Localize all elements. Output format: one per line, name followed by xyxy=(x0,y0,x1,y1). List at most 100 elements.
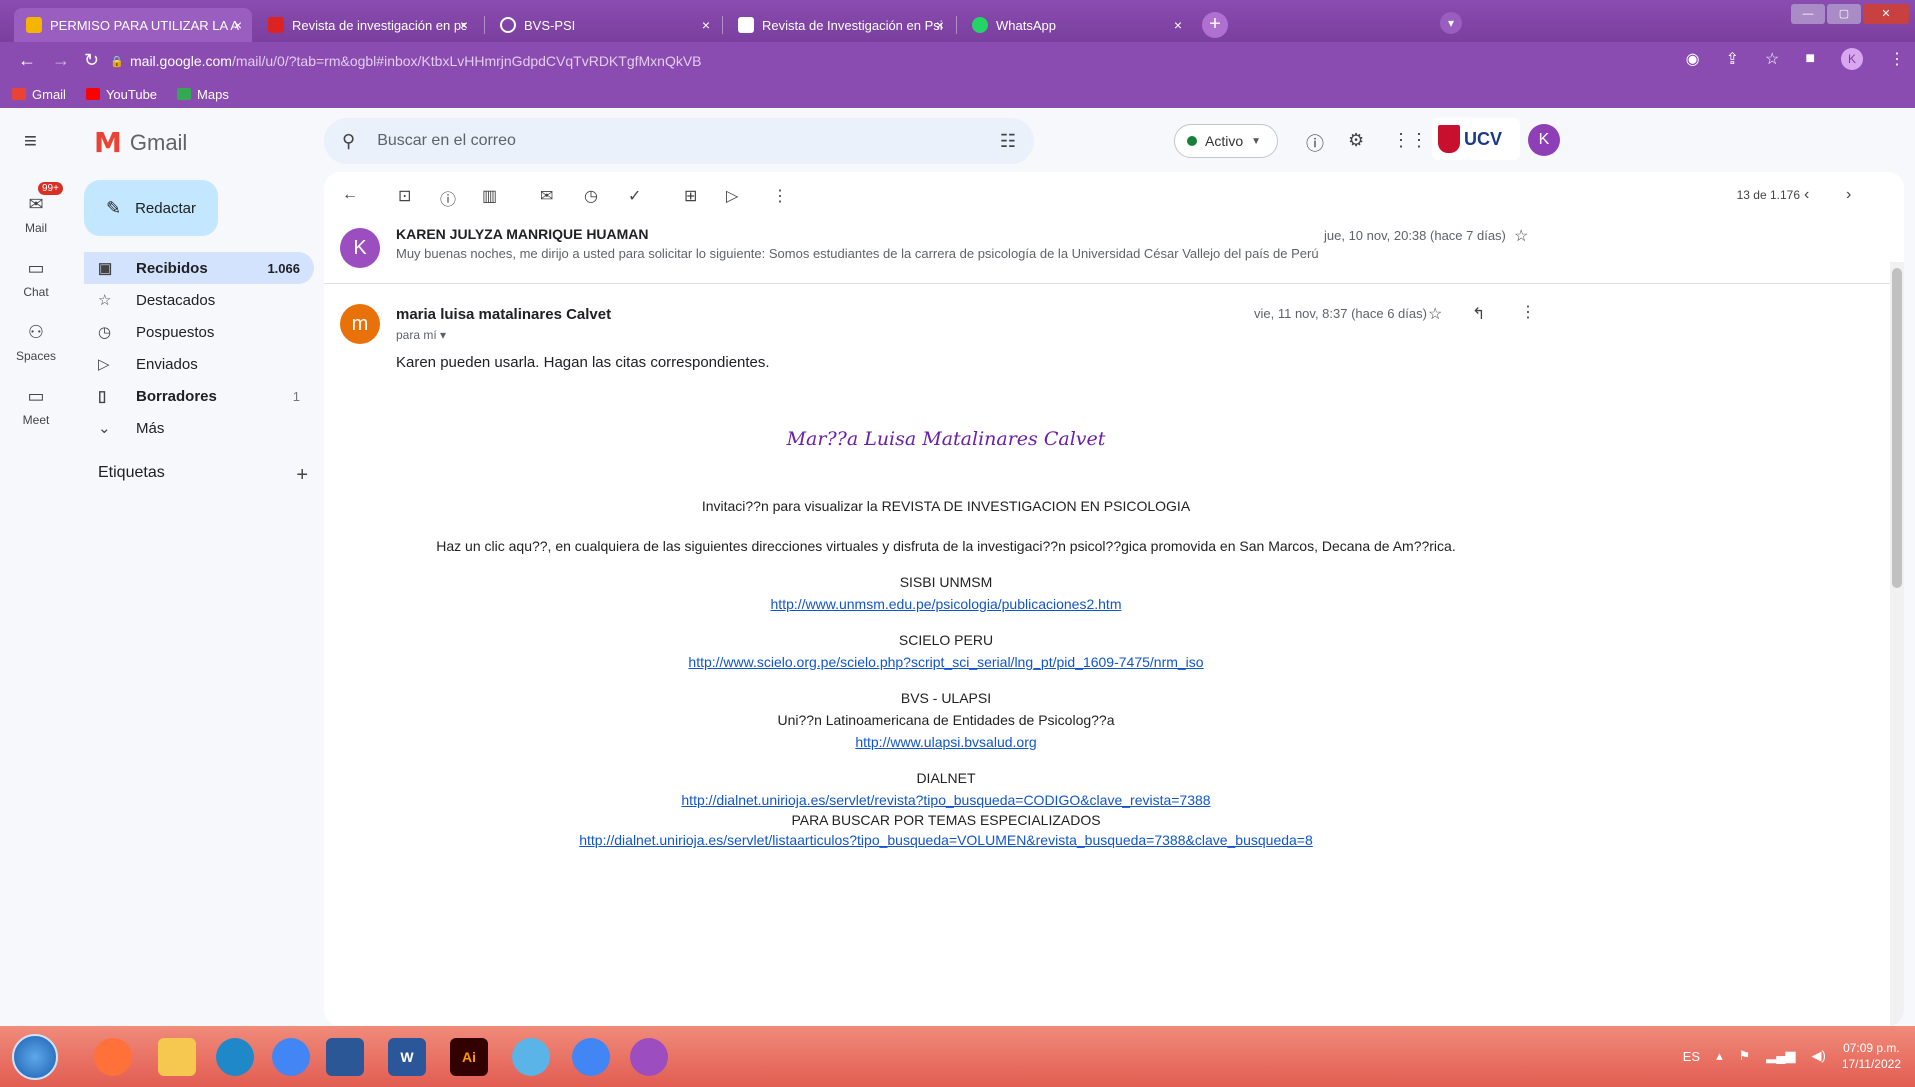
settings-gear-icon[interactable]: ⚙ xyxy=(1348,130,1364,151)
close-icon[interactable]: × xyxy=(234,17,242,33)
draft-icon: ▯ xyxy=(98,388,107,405)
apps-grid-icon[interactable]: ⋮⋮ xyxy=(1392,130,1428,151)
dialnet-link-2[interactable]: http://dialnet.unirioja.es/servlet/lista… xyxy=(324,832,1568,848)
calculator-icon[interactable] xyxy=(512,1038,550,1076)
firefox-icon[interactable] xyxy=(94,1038,132,1076)
chrome-icon[interactable] xyxy=(572,1038,610,1076)
reload-icon[interactable]: ↻ xyxy=(84,50,99,71)
sisbi-title: SISBI UNMSM xyxy=(899,574,993,590)
sidebar-item-borradores[interactable]: ▯ Borradores 1 xyxy=(84,380,314,412)
sidebar-item-destacados[interactable]: ☆ Destacados xyxy=(84,284,314,316)
reply-icon[interactable]: ↰ xyxy=(1472,304,1485,324)
status-dot-icon xyxy=(1187,136,1197,146)
status-selector[interactable]: Activo ▼ xyxy=(1174,124,1278,158)
close-icon[interactable]: × xyxy=(460,17,468,33)
chrome-profile-icon[interactable] xyxy=(630,1038,668,1076)
sidebar-item-enviados[interactable]: ▷ Enviados xyxy=(84,348,314,380)
start-button[interactable] xyxy=(12,1034,58,1080)
search-options-icon[interactable]: ☷ xyxy=(1000,131,1016,152)
more-options-icon[interactable]: ⋮ xyxy=(1520,302,1536,322)
add-label-button[interactable]: + xyxy=(296,464,308,487)
flag-icon[interactable]: ⚑ xyxy=(1739,1048,1751,1064)
share-icon[interactable]: ⇪ xyxy=(1726,49,1739,69)
minimize-button[interactable]: — xyxy=(1791,4,1825,24)
illustrator-icon[interactable]: Ai xyxy=(450,1038,488,1076)
account-avatar[interactable]: K xyxy=(1528,124,1560,156)
close-icon[interactable]: × xyxy=(1174,17,1182,33)
forward-arrow-icon[interactable]: → xyxy=(52,50,70,71)
rail-chat[interactable]: ▭ Chat xyxy=(0,258,72,299)
dialnet-link[interactable]: http://dialnet.unirioja.es/servlet/revis… xyxy=(324,792,1568,808)
bookmark-youtube[interactable]: YouTube xyxy=(85,87,157,102)
rail-spaces[interactable]: ⚇ Spaces xyxy=(0,322,72,363)
file-explorer-icon[interactable] xyxy=(158,1038,196,1076)
tab-search-icon[interactable]: ▾ xyxy=(1440,12,1462,34)
more-options-icon[interactable]: ⋮ xyxy=(772,186,788,206)
sidebar-item-mas[interactable]: ⌄ Más xyxy=(84,412,314,444)
bookmark-star-icon[interactable]: ☆ xyxy=(1765,49,1779,69)
close-window-button[interactable]: ✕ xyxy=(1863,4,1909,24)
recipient-dropdown[interactable]: para mí ▾ xyxy=(396,328,446,342)
help-icon[interactable]: ⓘ xyxy=(1306,130,1324,156)
next-icon[interactable]: › xyxy=(1846,186,1851,204)
collapsed-message[interactable]: K KAREN JULYZA MANRIQUE HUAMAN Muy buena… xyxy=(324,220,1904,284)
volume-icon[interactable]: ◀) xyxy=(1812,1048,1826,1064)
media-player-icon[interactable] xyxy=(326,1038,364,1076)
previous-icon[interactable]: ‹ xyxy=(1804,186,1809,204)
address-bar[interactable]: 🔒 mail.google.com /mail/u/0/?tab=rm&ogbl… xyxy=(110,47,1910,75)
close-icon[interactable]: × xyxy=(936,17,944,33)
sidepanel-icon[interactable]: ■ xyxy=(1805,50,1815,68)
star-icon[interactable]: ☆ xyxy=(1514,226,1528,246)
report-spam-icon[interactable]: ⓘ xyxy=(440,186,456,210)
chevron-down-icon: ⌄ xyxy=(98,420,111,437)
sisbi-link[interactable]: http://www.unmsm.edu.pe/psicologia/publi… xyxy=(324,596,1568,612)
search-input[interactable]: Buscar en el correo xyxy=(377,132,1000,150)
mark-unread-icon[interactable]: ✉ xyxy=(540,186,553,206)
archive-icon[interactable]: ⊡ xyxy=(398,186,411,206)
pagination-count: 13 de 1.176 xyxy=(1736,188,1800,202)
menu-dots-icon[interactable]: ⋮ xyxy=(1889,49,1905,69)
snooze-icon[interactable]: ◷ xyxy=(584,186,598,206)
label-icon[interactable]: ▷ xyxy=(726,186,738,206)
bookmark-maps[interactable]: Maps xyxy=(177,87,229,102)
edge-icon[interactable] xyxy=(216,1038,254,1076)
scrollbar-thumb[interactable] xyxy=(1892,268,1902,588)
message-toolbar: ← ⊡ ⓘ ▥ ✉ ◷ ✓ ⊞ ▷ ⋮ 13 de 1.176 ‹ › xyxy=(324,172,1904,220)
maximize-button[interactable]: ▢ xyxy=(1827,4,1861,24)
new-tab-button[interactable]: + xyxy=(1202,12,1228,38)
tab-revista-2[interactable]: Revista de Investigación en Psico × xyxy=(726,8,954,42)
add-task-icon[interactable]: ✓ xyxy=(628,186,641,206)
browser-profile-avatar[interactable]: K xyxy=(1841,48,1863,70)
rail-mail[interactable]: ✉ 99+ Mail xyxy=(0,182,72,235)
compose-button[interactable]: ✎ Redactar xyxy=(84,180,218,236)
network-signal-icon[interactable]: ▂▄▆ xyxy=(1766,1048,1795,1064)
move-to-icon[interactable]: ⊞ xyxy=(684,186,697,206)
organization-logo[interactable]: UCV xyxy=(1432,118,1520,160)
show-hidden-icons-icon[interactable]: ▴ xyxy=(1716,1048,1723,1064)
gmail-logo[interactable]: M Gmail xyxy=(94,126,187,159)
dialnet-subtitle: PARA BUSCAR POR TEMAS ESPECIALIZADOS xyxy=(791,812,1101,828)
bookmark-gmail[interactable]: Gmail xyxy=(12,87,66,102)
close-icon[interactable]: × xyxy=(702,17,710,33)
main-menu-icon[interactable]: ≡ xyxy=(24,128,37,154)
tab-permiso[interactable]: PERMISO PARA UTILIZAR LA ADA × xyxy=(14,8,252,42)
language-indicator[interactable]: ES xyxy=(1683,1049,1700,1064)
bvs-link[interactable]: http://www.ulapsi.bvsalud.org xyxy=(324,734,1568,750)
tab-whatsapp[interactable]: WhatsApp × xyxy=(960,8,1192,42)
eye-icon[interactable]: ◉ xyxy=(1686,49,1700,69)
sidebar-item-recibidos[interactable]: ▣ Recibidos 1.066 xyxy=(84,252,314,284)
search-bar[interactable]: ⚲ Buscar en el correo ☷ xyxy=(324,118,1034,164)
delete-icon[interactable]: ▥ xyxy=(482,186,497,206)
rail-meet[interactable]: ▭ Meet xyxy=(0,386,72,427)
scielo-link[interactable]: http://www.scielo.org.pe/scielo.php?scri… xyxy=(324,654,1568,670)
system-clock[interactable]: 07:09 p.m. 17/11/2022 xyxy=(1842,1040,1901,1072)
chrome-icon[interactable] xyxy=(272,1038,310,1076)
star-icon[interactable]: ☆ xyxy=(1428,304,1442,324)
search-icon[interactable]: ⚲ xyxy=(342,131,355,152)
back-arrow-icon[interactable]: ← xyxy=(18,50,36,71)
tab-bvs-psi[interactable]: BVS-PSI × xyxy=(488,8,720,42)
tab-revista-1[interactable]: Revista de investigación en psico × xyxy=(256,8,478,42)
back-to-inbox-icon[interactable]: ← xyxy=(342,186,358,204)
sidebar-item-pospuestos[interactable]: ◷ Pospuestos xyxy=(84,316,314,348)
word-icon[interactable]: W xyxy=(388,1038,426,1076)
